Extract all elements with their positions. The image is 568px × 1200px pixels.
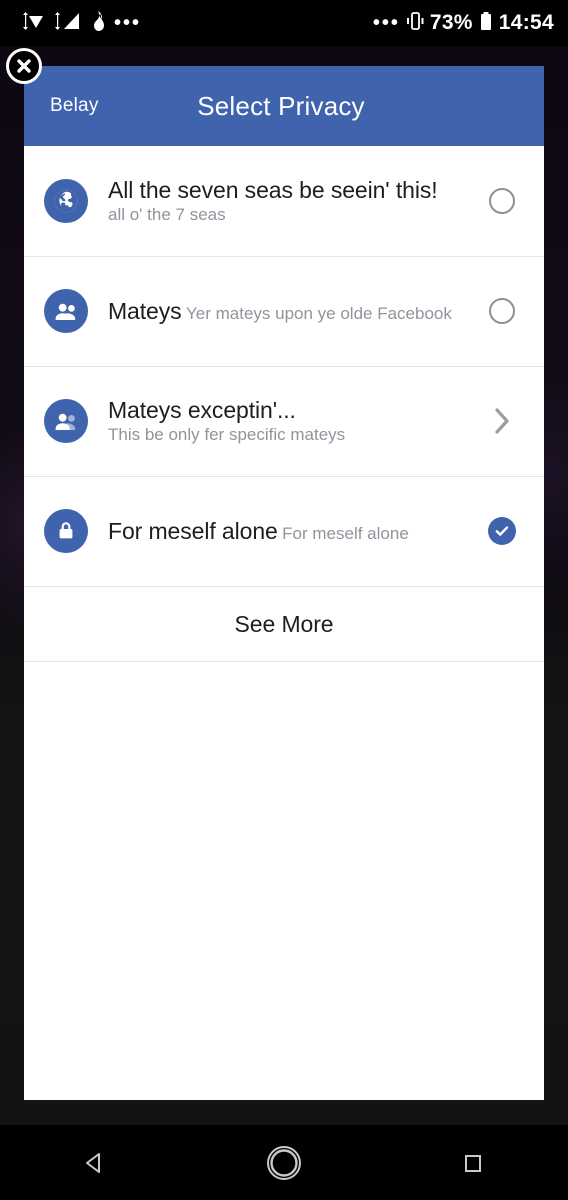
list-item-subtitle: For meself alone (282, 524, 409, 543)
page-title: Select Privacy (197, 90, 365, 121)
list-item[interactable]: Mateys exceptin'... This be only fer spe… (24, 366, 544, 476)
status-bar-left-icons: ••• (20, 10, 141, 37)
list-item-text: For meself alone For meself alone (108, 517, 482, 545)
friends-except-icon (44, 399, 88, 443)
battery-percent-label: 73% (429, 11, 473, 34)
globe-icon (44, 179, 88, 223)
close-icon[interactable] (6, 48, 42, 84)
list-item[interactable]: All the seven seas be seein' this! all o… (24, 146, 544, 256)
list-item[interactable]: For meself alone For meself alone (24, 476, 544, 586)
privacy-dialog: Belay Select Privacy All the seven seas … (24, 66, 544, 1100)
notification-dots-icon: ••• (372, 12, 400, 34)
phone-screen: ••• ••• 73% 14:54 Belay Select Privacy A… (0, 0, 568, 1200)
chevron-right-icon[interactable] (491, 405, 513, 437)
tinder-flame-icon (90, 10, 107, 37)
status-bar: ••• ••• 73% 14:54 (0, 0, 568, 46)
recents-square-icon[interactable] (433, 1133, 513, 1193)
see-more-label: See More (234, 610, 334, 637)
battery-icon (479, 10, 493, 37)
lock-icon (44, 509, 88, 553)
list-item-trailing[interactable] (482, 405, 522, 437)
radio-unselected-icon[interactable] (489, 298, 515, 324)
list-item-trailing[interactable] (482, 517, 522, 545)
list-item-subtitle: Yer mateys upon ye olde Facebook (186, 304, 452, 323)
see-more-button[interactable]: See More (24, 586, 544, 662)
status-overflow-dots-icon: ••• (114, 12, 142, 34)
signal-icon (53, 10, 83, 37)
check-selected-icon[interactable] (488, 517, 516, 545)
list-item-title: For meself alone (108, 518, 278, 544)
privacy-option-list: All the seven seas be seein' this! all o… (24, 146, 544, 662)
wifi-icon (20, 10, 46, 37)
list-item-trailing[interactable] (482, 188, 522, 214)
list-item-title: All the seven seas be seein' this! (108, 177, 438, 203)
radio-unselected-icon[interactable] (489, 188, 515, 214)
cancel-button[interactable]: Belay (50, 95, 99, 117)
home-circle-icon[interactable] (244, 1133, 324, 1193)
vibrate-icon (406, 10, 424, 37)
list-item-text: All the seven seas be seein' this! all o… (108, 176, 482, 226)
list-item-trailing[interactable] (482, 298, 522, 324)
list-item-text: Mateys exceptin'... This be only fer spe… (108, 396, 482, 446)
list-item-subtitle: This be only fer specific mateys (108, 425, 346, 444)
dialog-app-bar: Belay Select Privacy (24, 66, 544, 146)
back-triangle-icon[interactable] (55, 1133, 135, 1193)
clock-label: 14:54 (498, 11, 554, 34)
android-nav-bar (0, 1125, 568, 1200)
list-item[interactable]: Mateys Yer mateys upon ye olde Facebook (24, 256, 544, 366)
list-item-subtitle: all o' the 7 seas (108, 205, 226, 224)
list-item-title: Mateys (108, 298, 182, 324)
friends-icon (44, 289, 88, 333)
list-item-title: Mateys exceptin'... (108, 397, 296, 423)
list-item-text: Mateys Yer mateys upon ye olde Facebook (108, 297, 482, 325)
status-bar-right-icons: ••• 73% 14:54 (373, 10, 554, 37)
